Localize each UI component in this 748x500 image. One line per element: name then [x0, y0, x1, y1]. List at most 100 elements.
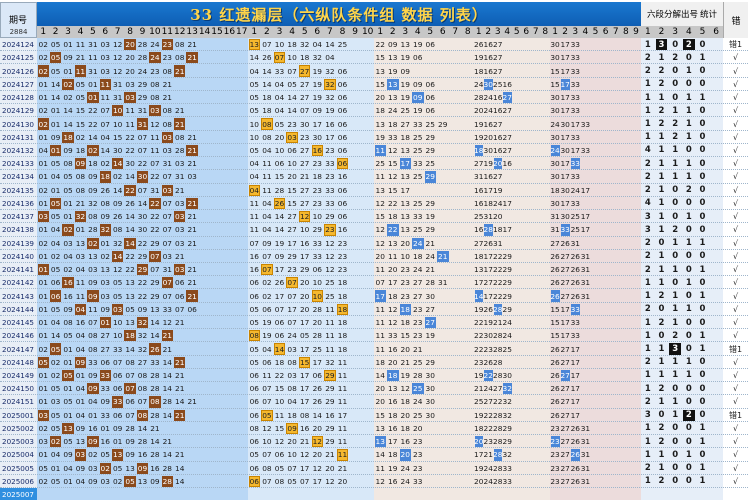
number-cell: 13: [388, 93, 398, 103]
number-cell: 25: [413, 410, 423, 420]
number-cell: 33: [570, 198, 580, 208]
table-row[interactable]: 2024141 01 05 02 04 03 13 12 22 29 07 31 03 21 16 07 17 2…: [0, 263, 748, 277]
number-cell: 03: [161, 131, 174, 143]
number-cell: 05: [50, 384, 61, 394]
split-cell: 3: [669, 343, 681, 355]
table-row[interactable]: 2024129 02 01 14 15 22 07 10 11 31 03 08 21 05 18 04 14 0…: [0, 104, 748, 118]
split-cell: 0: [685, 198, 692, 209]
number-cell: 16: [483, 172, 493, 182]
number-cell: 18: [387, 369, 399, 382]
split-cell: 3: [644, 410, 651, 421]
number-cell: 03: [174, 211, 186, 223]
table-row[interactable]: 2024139 02 04 03 13 02 01 32 14 22 29 07 03 21 07 09 19 1…: [0, 237, 748, 250]
number-cell: 07: [262, 40, 272, 50]
number-cell: 21: [174, 409, 186, 421]
number-cell: 29: [425, 132, 435, 142]
table-row[interactable]: 2024130 02 01 14 15 22 07 10 11 31 12 08 21 10 08 05 23 3…: [0, 117, 748, 131]
number-cell: 28: [493, 437, 503, 447]
table-row[interactable]: 2025006 02 05 01 04 09 03 02 05 13 09 28 14 06 07 08 05 0…: [0, 475, 748, 488]
table-row[interactable]: 2024143 01 06 16 11 09 03 05 13 22 29 07 06 21 06 02 17 0…: [0, 289, 748, 303]
table-row[interactable]: 2025003 03 02 05 13 09 16 01 09 28 14 21 06 10 12 20 21 1…: [0, 435, 748, 449]
number-cell: 21: [400, 357, 410, 367]
table-row[interactable]: 2024127 01 14 02 05 01 11 31 03 29 08 21 05 14 04 05 27 1…: [0, 78, 748, 91]
table-row[interactable]: 2024137 03 05 01 32 08 09 26 14 30 22 07 03 21 11 04 14 2…: [0, 210, 748, 224]
table-row[interactable]: 2024150 01 05 01 04 09 33 06 07 08 28 14 21 06 07 15 08 1…: [0, 382, 748, 396]
result-cell: √: [732, 66, 739, 76]
number-cell: 11: [262, 159, 272, 169]
period-cell: 2024130: [2, 119, 35, 129]
table-row[interactable]: 2025004 01 04 09 03 02 05 13 09 16 28 14 21 05 07 06 10 1…: [0, 448, 748, 462]
table-row[interactable]: 2024128 01 14 02 05 01 11 31 03 29 08 21 05 18 04 14 27 1…: [0, 91, 748, 105]
period-cell: 2024138: [2, 225, 35, 235]
number-cell: 20: [400, 344, 410, 354]
current-period[interactable]: 2025007: [0, 488, 37, 500]
number-cell: 20: [474, 106, 484, 116]
period-cell: 2024125: [2, 53, 35, 63]
number-cell: 33: [570, 66, 580, 76]
number-cell: 03: [100, 291, 110, 301]
table-row[interactable]: 2024136 01 05 01 21 32 08 09 26 14 22 07 03 21 11 04 26 1…: [0, 197, 748, 211]
period-cell: 2024134: [2, 172, 35, 182]
column-number: 4: [685, 27, 692, 37]
number-cell: 31: [580, 437, 591, 447]
column-number: 6: [439, 27, 446, 37]
number-cell: 02: [63, 265, 73, 275]
number-cell: 25: [474, 212, 484, 222]
number-cell: 13: [400, 212, 410, 222]
number-cell: 12: [162, 318, 173, 328]
number-cell: 06: [112, 410, 123, 420]
table-row[interactable]: 2024149 01 02 05 01 09 33 06 07 08 28 14 21 06 11 22 03 1…: [0, 369, 748, 383]
number-cell: 27: [493, 384, 503, 394]
number-cell: 05: [249, 106, 259, 116]
number-cell: 29: [502, 278, 512, 288]
table-row[interactable]: 2024124 02 05 01 11 31 03 12 20 28 24 23 08 21 13 07 10 1…: [0, 38, 748, 52]
split-cell: 2: [672, 119, 679, 130]
number-cell: 11: [262, 172, 272, 182]
number-cell: 23: [400, 278, 410, 288]
number-cell: 16: [388, 397, 398, 407]
number-cell: 22: [137, 159, 148, 169]
table-row[interactable]: 2024148 05 02 01 09 33 06 07 08 27 33 14 21 05 06 18 08 1…: [0, 356, 748, 369]
table-row[interactable]: 2025001 03 05 01 04 01 33 06 07 08 28 14 21 06 05 11 18 0…: [0, 409, 748, 422]
period-cell: 2024128: [2, 93, 35, 103]
table-row[interactable]: 2024144 01 05 09 04 11 09 03 05 09 13 33 07 06 05 06 07 1…: [0, 303, 748, 316]
number-cell: 22: [274, 370, 285, 380]
table-row[interactable]: 2024131 01 09 18 02 14 04 15 22 07 11 03 08 21 10 08 20 0…: [0, 131, 748, 144]
number-cell: 17: [312, 119, 322, 129]
table-row[interactable]: 2025005 05 01 04 09 03 02 05 13 09 16 28 14 06 08 05 07 1…: [0, 462, 748, 475]
table-row[interactable]: 2024145 01 04 08 16 07 01 10 13 32 14 12 21 05 19 06 07 1…: [0, 316, 748, 330]
number-cell: 19: [262, 331, 272, 341]
table-row[interactable]: 2024132 04 01 09 18 02 14 30 22 07 11 03 28 21 05 04 10 0…: [0, 144, 748, 158]
number-cell: 08: [287, 384, 297, 394]
number-cell: 29: [502, 251, 512, 261]
table-row[interactable]: 2024146 01 14 05 04 08 27 10 18 32 14 21 08 19 06 24 05 2…: [0, 329, 748, 343]
number-cell: 14: [150, 331, 160, 341]
number-cell: 07: [287, 463, 297, 473]
table-row[interactable]: 2024133 01 05 08 09 18 02 14 30 22 07 31 03 21 04 11 06 1…: [0, 157, 748, 171]
period-cell: 2024139: [2, 238, 35, 248]
number-cell: 24: [570, 185, 580, 195]
number-cell: 09: [274, 251, 285, 261]
table-row[interactable]: 2024151 01 03 05 01 04 09 33 06 07 08 28 14 21 06 07 10 0…: [0, 395, 748, 409]
number-cell: 17: [299, 397, 310, 407]
split-cell: 0: [685, 330, 692, 341]
number-cell: 25: [425, 159, 435, 169]
table-row[interactable]: 2024142 01 06 16 11 09 03 05 13 22 29 07 06 21 06 02 26 0…: [0, 276, 748, 290]
table-row[interactable]: 2024135 02 01 05 08 09 26 14 22 07 31 03 21 04 11 28 15 2…: [0, 184, 748, 197]
table-row[interactable]: 2024140 01 02 04 03 13 02 14 22 29 07 03 21 16 07 09 29 1…: [0, 250, 748, 263]
number-cell: 20: [388, 357, 398, 367]
table-row[interactable]: 2024134 01 04 05 08 09 18 02 14 30 22 07 31 03 04 11 15 2…: [0, 170, 748, 184]
table-row[interactable]: 2024138 01 04 02 01 28 32 08 14 30 22 07 03 21 11 04 14 2…: [0, 223, 748, 237]
table-row[interactable]: 2025002 02 05 13 09 16 01 09 28 14 21 08 12 15 09 16 20 2…: [0, 422, 748, 436]
number-cell: 14: [262, 66, 272, 76]
number-cell: 23: [400, 291, 410, 301]
table-row[interactable]: 2024125 02 05 09 21 11 03 12 20 28 24 23 08 21 14 26 07 1…: [0, 51, 748, 65]
table-row[interactable]: 2024126 02 05 01 11 31 03 12 20 24 23 08 21 04 14 33 07 2…: [0, 64, 748, 78]
number-cell: 14: [262, 79, 272, 89]
number-cell: 15: [287, 198, 297, 208]
number-cell: 12: [262, 423, 272, 433]
number-cell: 01: [38, 384, 48, 394]
table-row[interactable]: 2024147 02 05 01 04 08 27 33 14 32 26 21 05 04 14 03 17 2…: [0, 342, 748, 356]
period-cell: 2024147: [2, 344, 35, 354]
number-cell: 11: [88, 53, 98, 63]
